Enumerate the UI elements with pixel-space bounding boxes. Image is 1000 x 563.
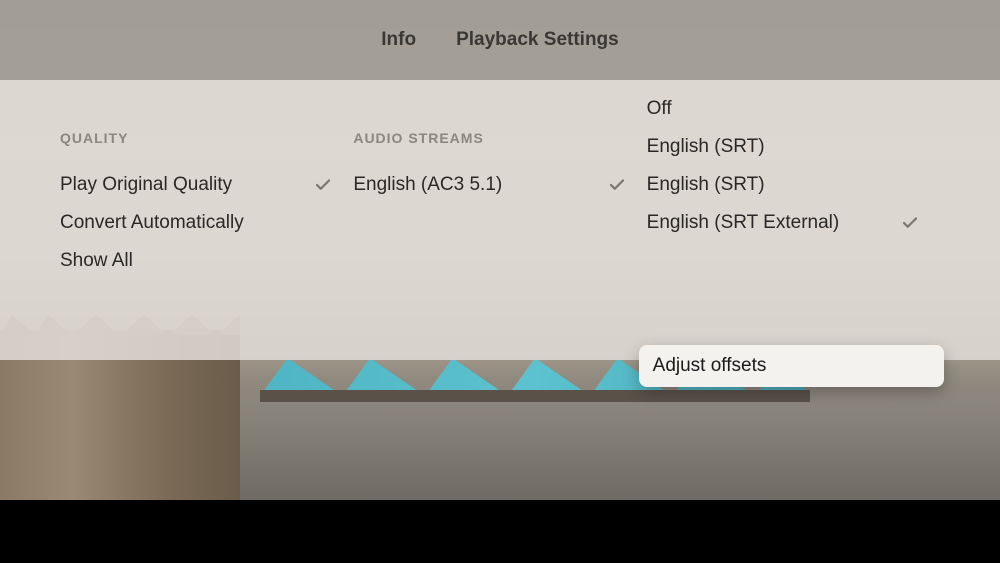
letterbox-bottom	[0, 500, 1000, 563]
checkmark-icon	[313, 175, 333, 195]
list-item-label: English (AC3 5.1)	[353, 174, 502, 196]
background-bridge-base	[260, 390, 810, 402]
list-item-label: Show All	[60, 250, 133, 272]
audio-column: AUDIO STREAMS English (AC3 5.1)	[353, 130, 646, 340]
tab-bar: Info Playback Settings	[0, 0, 1000, 80]
list-item-label: English (SRT)	[647, 136, 765, 158]
list-item-label: Play Original Quality	[60, 174, 232, 196]
list-item-label: Convert Automatically	[60, 212, 244, 234]
settings-panel: QUALITY Play Original Quality Convert Au…	[0, 80, 1000, 360]
subtitles-english-srt-external[interactable]: English (SRT External)	[647, 204, 920, 242]
subtitles-off[interactable]: Off	[647, 90, 920, 128]
checkmark-icon	[900, 213, 920, 233]
subtitles-column: Off English (SRT) English (SRT) English …	[647, 130, 940, 340]
subtitles-english-srt-2[interactable]: English (SRT)	[647, 166, 920, 204]
audio-header: AUDIO STREAMS	[353, 130, 626, 146]
adjust-offsets-button[interactable]: Adjust offsets	[639, 345, 944, 387]
tab-playback-settings[interactable]: Playback Settings	[456, 29, 619, 51]
quality-show-all[interactable]: Show All	[60, 242, 333, 280]
subtitles-english-srt-1[interactable]: English (SRT)	[647, 128, 920, 166]
list-item-label: English (SRT External)	[647, 212, 840, 234]
list-item-label: English (SRT)	[647, 174, 765, 196]
tab-info[interactable]: Info	[381, 29, 416, 51]
quality-header: QUALITY	[60, 130, 333, 146]
quality-convert-automatically[interactable]: Convert Automatically	[60, 204, 333, 242]
checkmark-icon	[607, 175, 627, 195]
list-item-label: Off	[647, 98, 672, 120]
audio-english-ac3[interactable]: English (AC3 5.1)	[353, 166, 626, 204]
quality-play-original[interactable]: Play Original Quality	[60, 166, 333, 204]
quality-column: QUALITY Play Original Quality Convert Au…	[60, 130, 353, 340]
